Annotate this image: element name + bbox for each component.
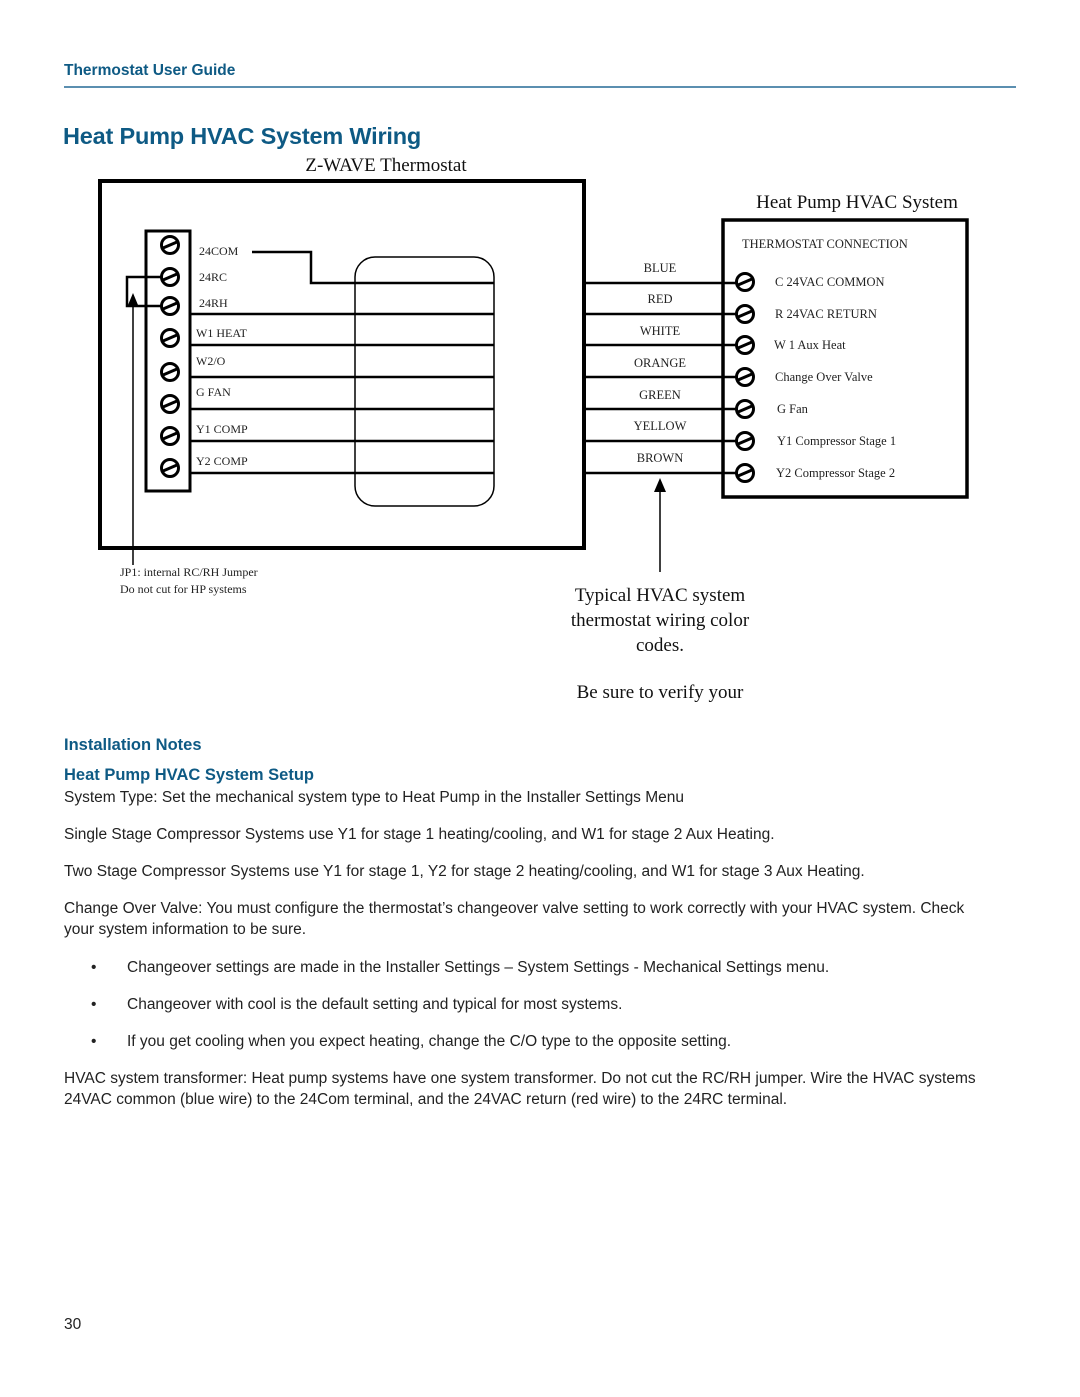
screw-terminal-icon xyxy=(160,235,180,255)
thermostat-terminal-label: W1 HEAT xyxy=(196,326,248,340)
bullet-marker: • xyxy=(91,1033,97,1050)
bullet-marker: • xyxy=(91,996,97,1013)
wire-color-label: YELLOW xyxy=(634,419,687,433)
verify-caption: Be sure to verify your xyxy=(576,682,744,703)
hvac-terminal-label: C 24VAC COMMON xyxy=(775,275,885,289)
thermostat-title: Z-WAVE Thermostat xyxy=(305,155,467,176)
caption-line: thermostat wiring color xyxy=(570,610,750,631)
jumper-note-line-2: Do not cut for HP systems xyxy=(120,582,247,596)
screw-terminal-icon xyxy=(160,458,180,478)
screw-terminal-icon xyxy=(735,367,755,387)
hvac-terminal-label: G Fan xyxy=(777,402,809,416)
screw-terminal-icon xyxy=(735,431,755,451)
hvac-subtitle: THERMOSTAT CONNECTION xyxy=(742,237,908,251)
wire-color-label: BLUE xyxy=(644,261,677,275)
thermostat-terminal-label: Y1 COMP xyxy=(196,422,248,436)
setup-subheading: Heat Pump HVAC System Setup xyxy=(64,766,314,784)
screw-terminal-icon xyxy=(735,272,755,292)
wire-color-label: GREEN xyxy=(639,388,681,402)
hvac-title: Heat Pump HVAC System xyxy=(756,192,958,213)
hvac-terminal-label: W 1 Aux Heat xyxy=(774,338,846,352)
screw-terminal-icon xyxy=(160,394,180,414)
hvac-terminal-label: Y2 Compressor Stage 2 xyxy=(776,466,895,480)
hvac-terminal-label: Y1 Compressor Stage 1 xyxy=(777,434,896,448)
screw-terminal-icon xyxy=(160,267,180,287)
color-code-caption: Typical HVAC system thermostat wiring co… xyxy=(540,583,780,658)
transformer-paragraph: HVAC system transformer: Heat pump syste… xyxy=(64,1070,976,1108)
thermostat-terminal-label: 24RH xyxy=(199,296,228,310)
bullet-item: Changeover settings are made in the Inst… xyxy=(127,959,830,976)
two-stage-paragraph: Two Stage Compressor Systems use Y1 for … xyxy=(64,863,865,880)
screw-terminal-icon xyxy=(735,463,755,483)
screw-terminal-icon xyxy=(160,426,180,446)
thermostat-terminal-label: 24COM xyxy=(199,244,239,258)
color-arrowhead xyxy=(654,478,666,492)
bullet-marker: • xyxy=(91,959,97,976)
internal-connector xyxy=(354,256,495,507)
screw-terminal-icon xyxy=(160,328,180,348)
caption-line: Typical HVAC system xyxy=(574,585,746,606)
screw-terminal-icon xyxy=(735,399,755,419)
system-type-paragraph: System Type: Set the mechanical system t… xyxy=(64,789,685,806)
hvac-terminal-label: R 24VAC RETURN xyxy=(775,307,877,321)
caption-line: codes. xyxy=(635,635,684,656)
wire-color-label: RED xyxy=(648,292,673,306)
screw-terminal-icon xyxy=(160,362,180,382)
installation-notes-heading: Installation Notes xyxy=(64,736,202,754)
screw-terminal-icon xyxy=(160,296,180,316)
thermostat-terminal-label: W2/O xyxy=(196,354,226,368)
jp1-arrowhead xyxy=(128,293,138,305)
thermostat-terminal-label: Y2 COMP xyxy=(196,454,248,468)
jumper-note-line-1: JP1: internal RC/RH Jumper xyxy=(120,565,258,579)
screw-terminal-icon xyxy=(735,335,755,355)
screw-terminal-icon xyxy=(735,304,755,324)
change-over-paragraph: Change Over Valve: You must configure th… xyxy=(64,900,965,938)
wire-color-label: ORANGE xyxy=(634,356,686,370)
bullet-item: Changeover with cool is the default sett… xyxy=(127,996,623,1013)
hvac-box xyxy=(721,218,969,499)
wire-color-label: WHITE xyxy=(640,324,681,338)
thermostat-terminal-label: 24RC xyxy=(199,270,227,284)
thermostat-terminal-label: G FAN xyxy=(196,385,231,399)
single-stage-paragraph: Single Stage Compressor Systems use Y1 f… xyxy=(64,826,775,843)
page-number: 30 xyxy=(64,1316,82,1333)
bullet-item: If you get cooling when you expect heati… xyxy=(127,1033,732,1050)
hvac-terminal-label: Change Over Valve xyxy=(775,370,873,384)
wire-color-label: BROWN xyxy=(637,451,684,465)
